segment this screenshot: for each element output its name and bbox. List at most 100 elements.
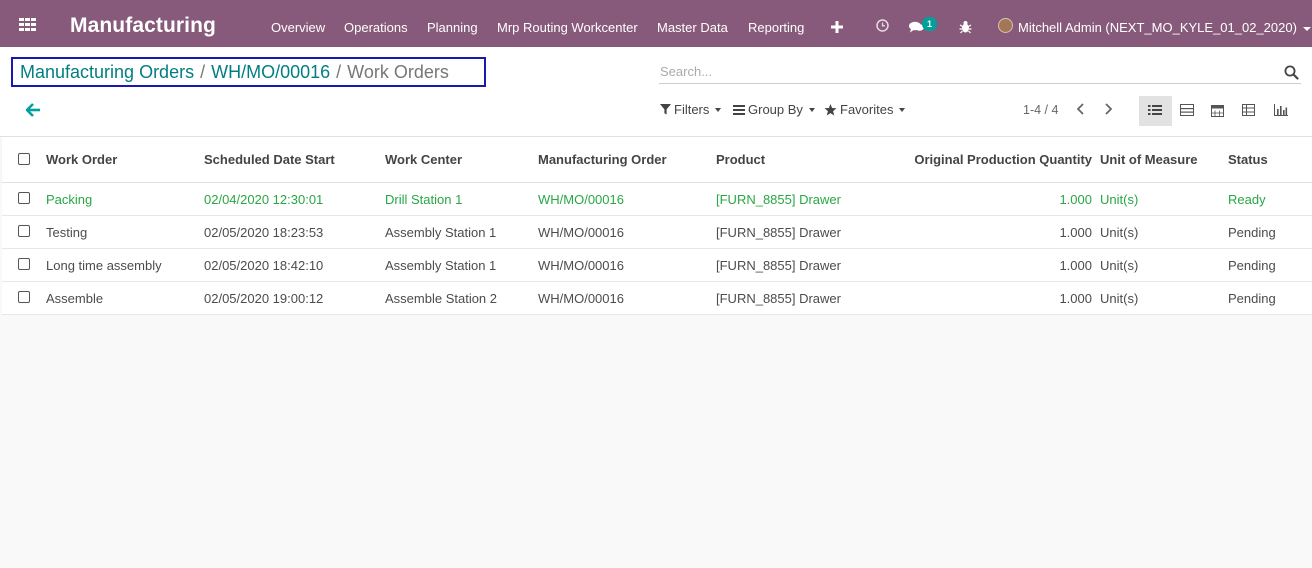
status: Pending [1228,258,1276,273]
pivot-view-button[interactable] [1233,96,1266,126]
menu-master-data[interactable]: Master Data [657,20,728,35]
column-header-manufacturing-order[interactable]: Manufacturing Order [538,152,667,167]
original-production-quantity: 1.000 [1059,291,1092,306]
manufacturing-order: WH/MO/00016 [538,291,624,306]
table-header: Work Order Scheduled Date Start Work Cen… [2,137,1312,183]
work-center: Assembly Station 1 [385,225,497,240]
control-panel: Manufacturing Orders / WH/MO/00016/Work Or… [0,47,1312,137]
column-header-product[interactable]: Product [716,152,765,167]
user-name: Mitchell Admin (NEXT_MO_KYLE_01_02_2020) [1018,20,1297,35]
scheduled-date-start: 02/05/2020 19:00:12 [204,291,324,306]
kanban-view-icon [1180,104,1194,116]
product: [FURN_8855] Drawer [716,258,841,273]
work-center: Assemble Station 2 [385,291,498,306]
group-by-button[interactable]: Group By [733,102,815,117]
manufacturing-order: WH/MO/00016 [538,258,624,273]
pager-previous-icon[interactable] [1073,101,1089,117]
breadcrumb-mo-reference[interactable]: WH/MO/00016 [211,62,330,82]
list-view-icon [1148,105,1162,115]
search-icon[interactable] [1284,65,1299,80]
manufacturing-order: WH/MO/00016 [538,225,624,240]
app-title[interactable]: Manufacturing [70,14,216,38]
product: [FURN_8855] Drawer [716,225,841,240]
product: [FURN_8855] Drawer [716,291,841,306]
table-row[interactable]: Testing 02/05/2020 18:23:53 Assembly Sta… [2,216,1312,249]
filters-label: Filters [674,102,710,117]
breadcrumb-current: Work Orders [347,62,449,82]
column-header-status[interactable]: Status [1228,152,1268,167]
menu-reporting[interactable]: Reporting [748,20,804,35]
user-avatar[interactable] [998,18,1013,33]
status: Ready [1228,192,1266,207]
breadcrumb-separator: / [200,62,206,82]
menu-mrp-routing-workcenter[interactable]: Mrp Routing Workcenter [497,20,638,35]
work-order-name: Testing [46,225,88,240]
chevron-down-icon [808,107,815,112]
work-order-name: Packing [46,192,93,207]
user-menu[interactable]: Mitchell Admin (NEXT_MO_KYLE_01_02_2020) [1018,20,1311,35]
unit-of-measure: Unit(s) [1100,291,1139,306]
filter-icon [660,104,671,115]
menu-planning[interactable]: Planning [427,20,478,35]
breadcrumb-separator: / [336,62,342,82]
breadcrumb-manufacturing-orders[interactable]: Manufacturing Orders [20,62,194,82]
column-header-work-center[interactable]: Work Center [385,152,462,167]
filters-button[interactable]: Filters [660,102,722,117]
group-by-label: Group By [748,102,803,117]
select-all-checkbox[interactable] [18,153,30,165]
row-checkbox[interactable] [18,225,30,237]
favorites-button[interactable]: Favorites [824,102,906,117]
work-order-name: Long time assembly [46,258,162,273]
scheduled-date-start: 02/05/2020 18:23:53 [204,225,324,240]
clock-icon[interactable] [876,19,889,35]
column-header-work-order[interactable]: Work Order [46,152,117,167]
graph-view-icon [1274,104,1288,116]
apps-menu-icon[interactable] [19,18,36,31]
pivot-view-icon [1242,104,1255,116]
list-view-button[interactable] [1139,96,1172,126]
status: Pending [1228,291,1276,306]
chevron-down-icon [715,107,722,112]
pager-value[interactable]: 1-4 / 4 [1023,103,1058,117]
bug-icon[interactable] [959,20,972,37]
group-by-icon [733,104,745,115]
calendar-view-button[interactable] [1202,96,1235,126]
product: [FURN_8855] Drawer [716,192,841,207]
column-header-scheduled-date-start[interactable]: Scheduled Date Start [204,152,335,167]
menu-operations[interactable]: Operations [344,20,408,35]
column-header-unit-of-measure[interactable]: Unit of Measure [1100,152,1198,167]
original-production-quantity: 1.000 [1059,192,1092,207]
row-checkbox[interactable] [18,192,30,204]
unit-of-measure: Unit(s) [1100,258,1139,273]
kanban-view-button[interactable] [1171,96,1204,126]
original-production-quantity: 1.000 [1059,258,1092,273]
pager-next-icon[interactable] [1100,101,1116,117]
back-arrow-icon[interactable] [24,102,44,118]
row-checkbox[interactable] [18,291,30,303]
favorites-label: Favorites [840,102,894,117]
graph-view-button[interactable] [1265,96,1298,126]
breadcrumb: Manufacturing Orders / WH/MO/00016/Work Or… [11,57,486,87]
work-center: Drill Station 1 [385,192,463,207]
top-navbar: Manufacturing Overview Operations Planni… [0,0,1312,47]
search-input[interactable] [659,62,1261,81]
work-orders-table: Work Order Scheduled Date Start Work Cen… [2,137,1312,315]
table-row[interactable]: Long time assembly 02/05/2020 18:42:10 A… [2,249,1312,282]
menu-overview[interactable]: Overview [271,20,325,35]
chevron-down-icon [899,107,906,112]
calendar-view-icon [1211,105,1224,117]
chevron-down-icon [1302,26,1311,31]
plus-icon[interactable] [831,21,843,36]
manufacturing-order: WH/MO/00016 [538,192,624,207]
table-row[interactable]: Assemble 02/05/2020 19:00:12 Assemble St… [2,282,1312,315]
work-center: Assembly Station 1 [385,258,497,273]
column-header-original-production-quantity[interactable]: Original Production Quantity [914,152,1092,167]
table-row[interactable]: Packing 02/04/2020 12:30:01 Drill Statio… [2,183,1312,216]
chat-badge: 1 [922,17,938,31]
scheduled-date-start: 02/05/2020 18:42:10 [204,258,324,273]
search-bar [659,62,1301,84]
status: Pending [1228,225,1276,240]
row-checkbox[interactable] [18,258,30,270]
star-icon [824,103,837,115]
original-production-quantity: 1.000 [1059,225,1092,240]
